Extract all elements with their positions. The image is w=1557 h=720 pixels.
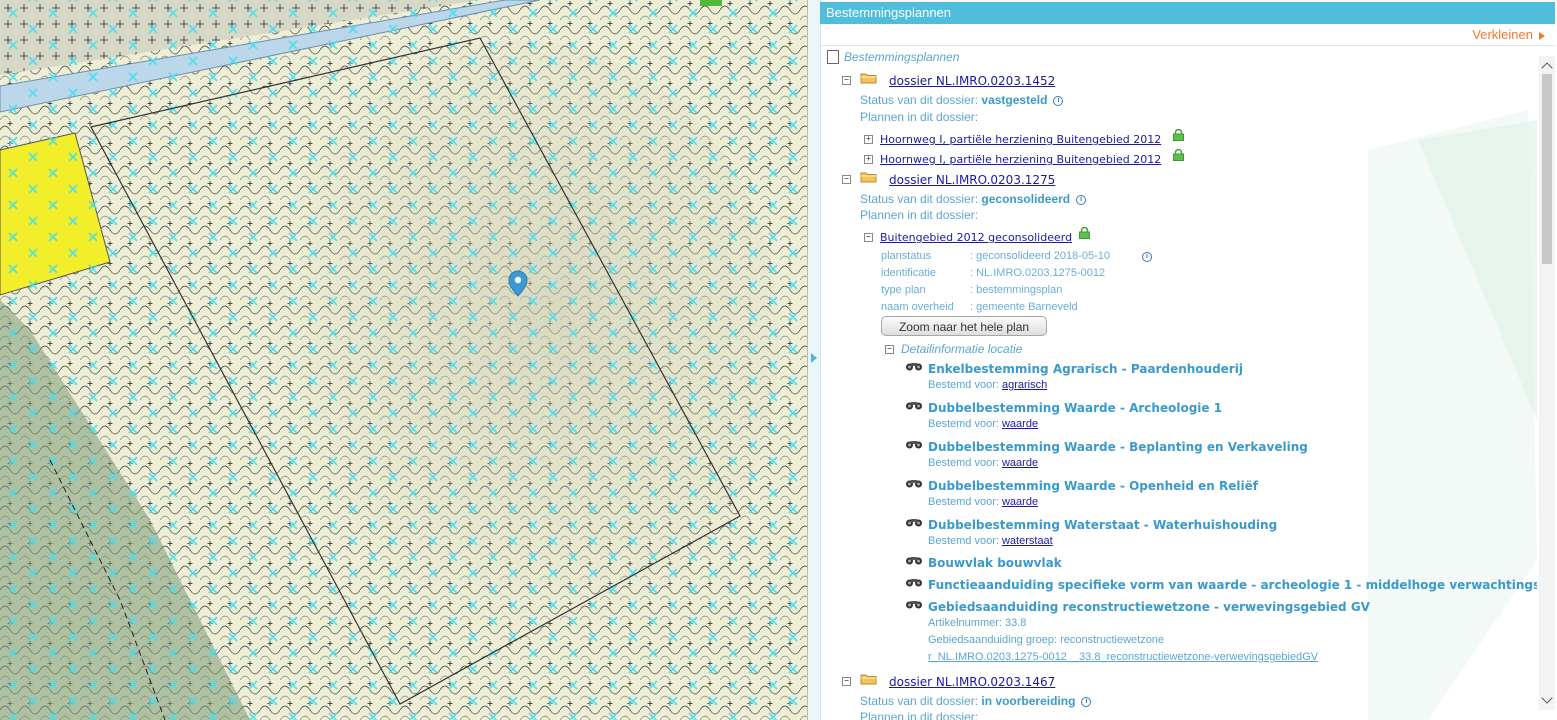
collapse-toggle-icon[interactable]: − [864, 233, 873, 242]
folder-icon [860, 73, 877, 84]
bestemming-link[interactable]: agrarisch [1002, 379, 1047, 391]
plan-link[interactable]: Hoornweg I, partiële herziening Buitenge… [880, 133, 1161, 146]
lock-icon [1173, 129, 1184, 141]
collapse-toggle-icon[interactable]: − [842, 677, 851, 686]
bestemming-link[interactable]: waarde [1002, 457, 1038, 469]
panel-scrollbar[interactable] [1539, 56, 1555, 710]
expand-toggle-icon[interactable]: + [864, 155, 873, 164]
collapse-toggle-icon[interactable]: − [842, 76, 851, 85]
dossier-status: Status van dit dossier: geconsolideerd i [860, 192, 1087, 206]
plan-link[interactable]: Hoornweg I, partiële herziening Buitenge… [880, 153, 1161, 166]
dossier-status: Status van dit dossier: vastgesteld i [860, 93, 1064, 107]
info-icon[interactable]: i [1142, 252, 1152, 262]
plan-link[interactable]: Buitengebied 2012 geconsolideerd [880, 231, 1072, 244]
plan-tree: Bestemmingsplannen − dossier NL.IMRO.020… [808, 0, 1537, 720]
collapse-toggle-icon[interactable]: − [842, 175, 851, 184]
detail-link[interactable]: r_NL.IMRO.0203.1275-0012__33.8_reconstru… [928, 651, 1318, 663]
expand-toggle-icon[interactable]: + [864, 135, 873, 144]
dossier-link[interactable]: dossier NL.IMRO.0203.1467 [889, 675, 1055, 689]
collapse-toggle-icon[interactable]: − [885, 345, 894, 354]
bestemmingsplannen-panel: Bestemmingsplannen Verkleinen Bestemming… [808, 0, 1557, 720]
tree-root-label: Bestemmingsplannen [844, 50, 960, 64]
lock-icon [1079, 227, 1090, 239]
attr-identificatie: identificatie: NL.IMRO.0203.1275-0012 [881, 267, 1106, 279]
attr-naam-overheid: naam overheid: gemeente Barneveld [881, 301, 1078, 313]
bestemming-link[interactable]: waterstaat [1002, 535, 1053, 547]
dossier-link[interactable]: dossier NL.IMRO.0203.1452 [889, 74, 1055, 88]
document-icon [827, 50, 839, 64]
folder-icon [860, 172, 877, 183]
scrollbar-thumb[interactable] [1542, 74, 1552, 264]
map-view[interactable] [0, 0, 808, 720]
bestemming-link[interactable]: waarde [1002, 496, 1038, 508]
plans-label: Plannen in dit dossier: [860, 110, 979, 124]
zoom-to-plan-button[interactable]: Zoom naar het hele plan [881, 316, 1047, 336]
attr-type-plan: type plan: bestemmingsplan [881, 284, 1063, 296]
info-icon[interactable]: i [1053, 95, 1064, 106]
info-icon[interactable]: i [1076, 194, 1087, 205]
arrow-right-icon [1539, 31, 1545, 40]
scroll-down-icon[interactable] [1541, 692, 1553, 704]
plans-label: Plannen in dit dossier: [860, 208, 979, 222]
map-canvas[interactable] [0, 0, 808, 720]
lock-icon [1173, 149, 1184, 161]
attr-planstatus: planstatus: geconsolideerd 2018-05-10 i [881, 250, 1152, 262]
scroll-up-icon[interactable] [1541, 62, 1553, 74]
bestemming-link[interactable]: waarde [1002, 418, 1038, 430]
dossier-link[interactable]: dossier NL.IMRO.0203.1275 [889, 173, 1055, 187]
